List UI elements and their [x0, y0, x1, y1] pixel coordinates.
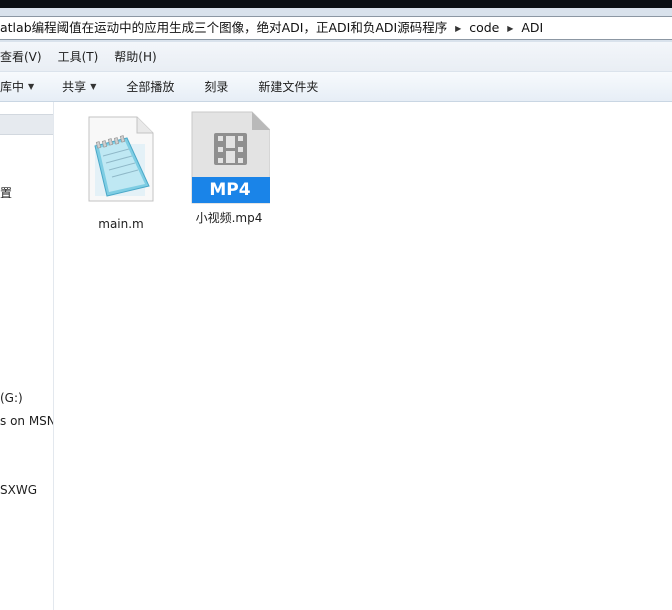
notepad-file-icon: [88, 116, 154, 202]
burn-button[interactable]: 刻录: [204, 78, 228, 95]
file-list: main.m MP4 小视频.mp4: [55, 102, 672, 610]
share-label: 共享: [62, 80, 87, 94]
navigation-pane: 置 (G:) s on MSN SXWG: [0, 102, 54, 610]
menu-view[interactable]: 查看(V): [0, 48, 50, 65]
address-bar[interactable]: atlab编程阈值在运动中的应用生成三个图像，绝对ADI，正ADI和负ADI源码…: [0, 16, 672, 40]
mp4-badge-label: MP4: [209, 180, 251, 200]
share-button[interactable]: 共享 ▼: [62, 78, 96, 95]
nav-item-location[interactable]: 置: [0, 184, 12, 201]
breadcrumb-folder[interactable]: atlab编程阈值在运动中的应用生成三个图像，绝对ADI，正ADI和负ADI源码…: [0, 17, 451, 39]
menu-help[interactable]: 帮助(H): [106, 48, 164, 65]
breadcrumb-code[interactable]: code: [465, 17, 503, 39]
nav-selected-item[interactable]: [0, 114, 53, 135]
menu-bar: 查看(V) 工具(T) 帮助(H): [0, 42, 672, 72]
file-item-mp4[interactable]: MP4 小视频.mp4: [186, 111, 272, 228]
breadcrumb-arrow-icon[interactable]: ▶: [451, 24, 465, 33]
nav-item-drive-g[interactable]: (G:): [0, 391, 23, 405]
dropdown-caret-icon: ▼: [28, 82, 35, 91]
breadcrumb-arrow-icon[interactable]: ▶: [503, 24, 517, 33]
breadcrumb-adi[interactable]: ADI: [517, 17, 547, 39]
file-item-main-m[interactable]: main.m: [78, 112, 164, 231]
include-in-library-button[interactable]: 库中 ▼: [0, 78, 34, 95]
file-name-label: 小视频.mp4: [195, 211, 263, 225]
nav-item-msn[interactable]: s on MSN: [0, 414, 53, 428]
new-folder-button[interactable]: 新建文件夹: [258, 78, 318, 95]
file-name-label: main.m: [98, 217, 144, 231]
menu-tools[interactable]: 工具(T): [50, 48, 107, 65]
window-title-strip: [0, 0, 672, 8]
address-bar-container: atlab编程阈值在运动中的应用生成三个图像，绝对ADI，正ADI和负ADI源码…: [0, 8, 672, 42]
nav-item-sxwg[interactable]: SXWG: [0, 483, 37, 497]
dropdown-caret-icon: ▼: [90, 82, 97, 91]
include-in-library-label: 库中: [0, 80, 25, 94]
command-toolbar: 库中 ▼ 共享 ▼ 全部播放 刻录 新建文件夹: [0, 72, 672, 102]
play-all-button[interactable]: 全部播放: [126, 78, 174, 95]
